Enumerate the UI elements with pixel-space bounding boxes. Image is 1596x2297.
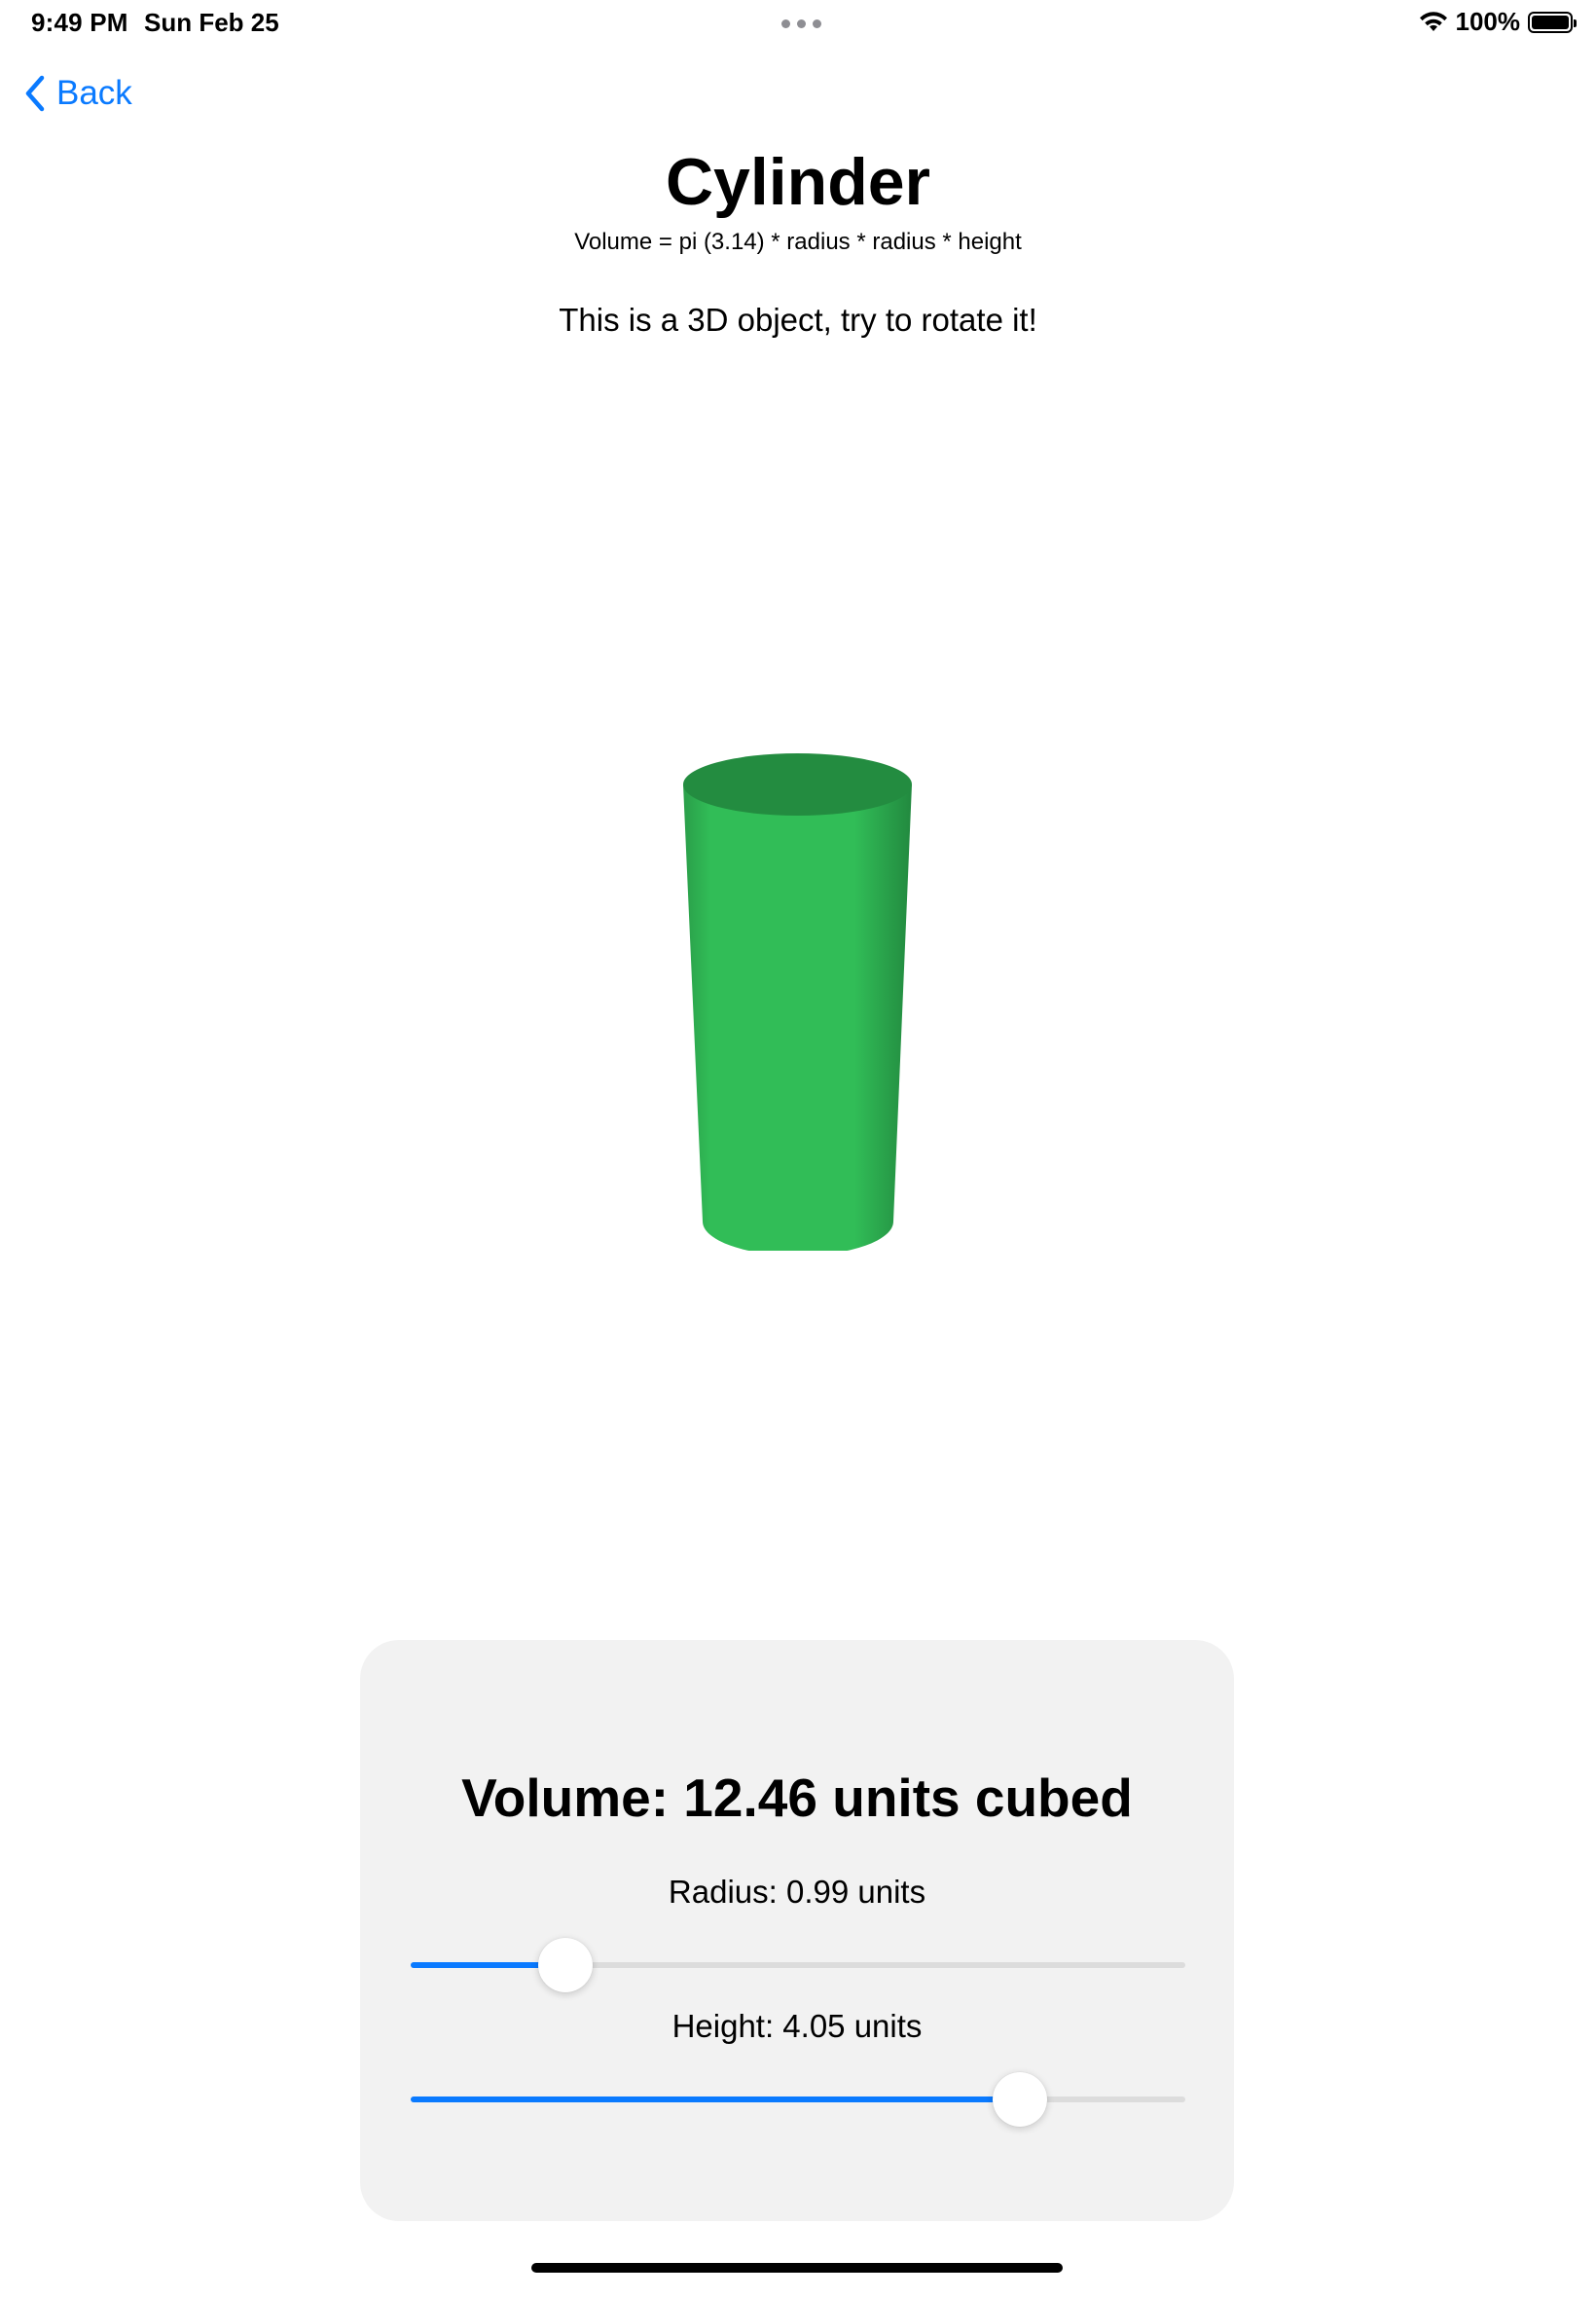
status-date: Sun Feb 25: [144, 8, 279, 37]
back-button[interactable]: Back: [23, 74, 132, 113]
chevron-left-icon: [25, 75, 45, 112]
cylinder-body: [683, 784, 912, 1256]
radius-slider[interactable]: [411, 1938, 1185, 1992]
battery-icon: [1528, 11, 1577, 33]
controls-panel: Volume: 12.46 units cubed Radius: 0.99 u…: [360, 1640, 1234, 2221]
rotate-instruction: This is a 3D object, try to rotate it!: [559, 302, 1037, 338]
back-label: Back: [56, 74, 132, 112]
cylinder-model: [683, 753, 912, 1256]
height-label: Height: 4.05 units: [671, 2008, 923, 2044]
cylinder-3d-view[interactable]: [671, 745, 925, 1256]
wifi-icon: [1419, 11, 1447, 31]
height-slider[interactable]: [411, 2072, 1185, 2127]
volume-readout: Volume: 12.46 units cubed: [461, 1768, 1133, 1828]
cylinder-top: [683, 753, 912, 816]
volume-formula: Volume = pi (3.14) * radius * radius * h…: [574, 229, 1022, 255]
multitasking-menu-icon[interactable]: [781, 19, 821, 28]
status-time: 9:49 PM: [31, 8, 128, 37]
status-indicators: 100%: [1419, 7, 1577, 37]
status-bar: 9:49 PM Sun Feb 25 100%: [0, 0, 1596, 47]
home-indicator: [531, 2263, 1063, 2273]
height-slider-thumb[interactable]: [993, 2072, 1048, 2127]
radius-label: Radius: 0.99 units: [668, 1874, 926, 1910]
height-slider-fill: [411, 2096, 1021, 2102]
battery-percent: 100%: [1455, 7, 1521, 36]
page-title: Cylinder: [665, 145, 931, 219]
radius-slider-thumb[interactable]: [538, 1938, 594, 1992]
